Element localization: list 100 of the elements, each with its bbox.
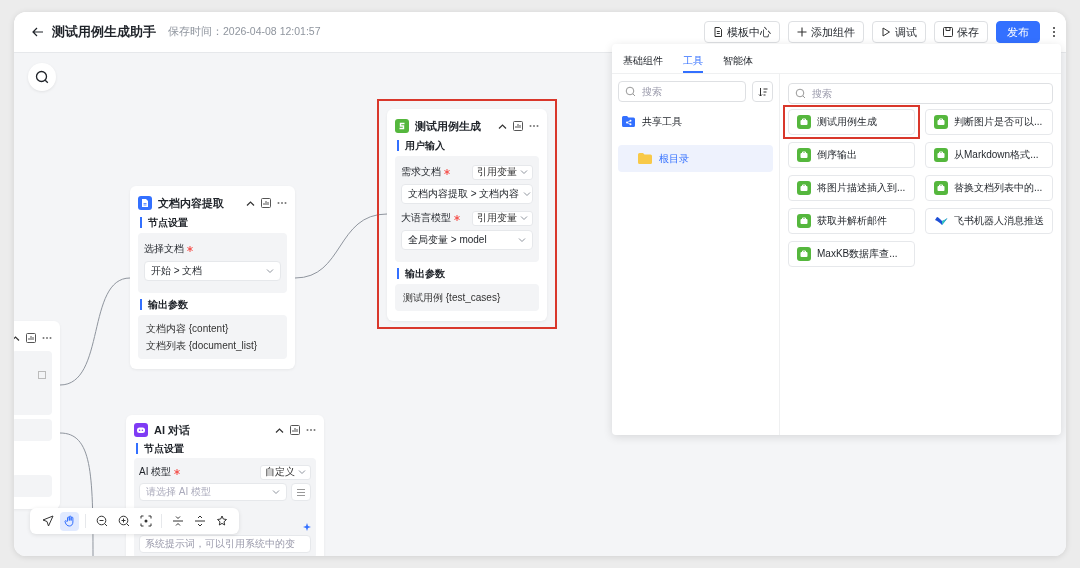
tool-name: 替换文档列表中的... xyxy=(954,181,1043,195)
tool-card[interactable]: 获取并解析邮件 xyxy=(788,208,915,234)
publish-button[interactable]: 发布 xyxy=(996,21,1040,43)
section-heading: 输出参数 xyxy=(140,299,287,310)
toolbox-icon xyxy=(797,148,811,162)
search-button[interactable] xyxy=(28,63,56,91)
swoosh-logo-icon xyxy=(934,214,948,228)
tool-card[interactable]: 飞书机器人消息推送 xyxy=(925,208,1053,234)
magic-icon xyxy=(215,515,228,527)
field-label: 大语言模型 xyxy=(401,211,451,225)
more-icon[interactable] xyxy=(306,428,316,432)
search-icon xyxy=(625,86,636,97)
app-title: 测试用例生成助手 xyxy=(52,23,156,41)
tool-card[interactable]: MaxKB数据库查... xyxy=(788,241,915,267)
chart-icon[interactable] xyxy=(26,333,36,343)
section-heading: 输出参数 xyxy=(397,268,539,279)
sort-button[interactable] xyxy=(752,81,773,102)
more-icon[interactable] xyxy=(277,201,287,205)
caret-up-icon[interactable] xyxy=(246,198,255,208)
select-field[interactable]: 全局变量 > model xyxy=(401,230,533,250)
output-parameter: 文档列表 {document_list} xyxy=(146,339,259,353)
caret-up-icon[interactable] xyxy=(14,333,20,343)
panel-tab[interactable]: 基础组件 xyxy=(623,44,663,73)
folder-item[interactable]: 共享工具 xyxy=(618,108,773,135)
tool-name: 获取并解析邮件 xyxy=(817,214,887,228)
tool-name: MaxKB数据库查... xyxy=(817,247,898,261)
save-button[interactable]: 保存 xyxy=(934,21,988,43)
prompt-field[interactable]: 系统提示词，可以引用系统中的变 xyxy=(139,534,311,553)
tool-card[interactable]: 替换文档列表中的... xyxy=(925,175,1053,201)
toolbox-icon xyxy=(934,148,948,162)
tool-icon xyxy=(395,119,409,133)
search-field[interactable]: 搜索 xyxy=(788,83,1053,104)
toolbox-icon xyxy=(934,181,948,195)
document-icon xyxy=(713,27,723,37)
zoom-in-icon xyxy=(117,515,130,527)
expand-icon xyxy=(193,515,206,527)
chevron-down-icon xyxy=(272,488,280,496)
node-card[interactable]: 文档内容提取 节点设置 选择文档 开始 > 文档 输出参数 文档内容 {content} 文档列表 {document_list} xyxy=(130,186,295,369)
section-heading: 节点设置 xyxy=(140,217,287,228)
back-arrow-icon[interactable] xyxy=(32,27,44,37)
field-label: AI 模型 xyxy=(139,465,172,479)
chart-icon[interactable] xyxy=(261,198,271,208)
small-square-icon xyxy=(38,371,46,379)
toolbox-icon xyxy=(797,214,811,228)
plus-icon xyxy=(797,27,807,37)
collapse-icon xyxy=(171,515,184,527)
settings-button[interactable] xyxy=(291,483,311,501)
field-background xyxy=(14,475,52,497)
tool-card[interactable]: 测试用例生成 xyxy=(788,109,915,135)
folder-label: 根目录 xyxy=(659,151,689,166)
node-card[interactable]: 测试用例生成 用户输入 需求文档 引用变量 文档内容提取 > 文档内容 大语言模型 引用变量 全局变量 > model 输出参数 测试用例 {test_cases} xyxy=(387,109,547,321)
tool-card[interactable]: 判断图片是否可以... xyxy=(925,109,1053,135)
section-heading: 节点设置 xyxy=(136,443,316,454)
mode-dropdown[interactable]: 引用变量 xyxy=(472,210,533,226)
kebab-menu-icon[interactable] xyxy=(1052,26,1056,38)
folder-label: 共享工具 xyxy=(642,114,682,129)
field-label: 需求文档 xyxy=(401,165,441,179)
play-icon xyxy=(881,27,891,37)
add-button[interactable]: 添加组件 xyxy=(788,21,864,43)
template-button[interactable]: 模板中心 xyxy=(704,21,780,43)
node-card[interactable] xyxy=(14,321,60,509)
mode-dropdown[interactable]: 引用变量 xyxy=(472,164,533,180)
tool-card[interactable]: 倒序输出 xyxy=(788,142,915,168)
toolbox-icon xyxy=(797,115,811,129)
node-card[interactable]: AI 对话 节点设置 AI 模型 自定义 请选择 AI 模型 系统提示词，可以引用系统中的变 xyxy=(126,415,324,556)
toolbox-icon xyxy=(797,247,811,261)
caret-up-icon[interactable] xyxy=(275,425,284,435)
field-background xyxy=(14,419,52,441)
node-title: 测试用例生成 xyxy=(415,118,481,134)
tool-card[interactable]: 将图片描述插入到... xyxy=(788,175,915,201)
sparkle-icon[interactable] xyxy=(303,523,311,531)
panel-tab[interactable]: 智能体 xyxy=(723,44,753,73)
chevron-down-icon xyxy=(266,267,274,275)
fit-view-icon xyxy=(139,515,152,527)
chevron-down-icon xyxy=(523,190,532,198)
select-field[interactable]: 开始 > 文档 xyxy=(144,261,281,281)
chart-icon[interactable] xyxy=(290,425,300,435)
tool-card[interactable]: 从Markdown格式... xyxy=(925,142,1053,168)
saved-time: 保存时间：2026-04-08 12:01:57 xyxy=(168,25,321,39)
chevron-down-icon xyxy=(298,468,306,476)
chart-icon[interactable] xyxy=(513,121,523,131)
folder-item[interactable]: 根目录 xyxy=(618,145,773,172)
navigation-arrow-icon xyxy=(41,515,54,527)
output-parameter: 文档内容 {content} xyxy=(146,322,230,336)
section-heading: 用户输入 xyxy=(397,140,539,151)
sort-icon xyxy=(757,86,768,97)
tool-name: 倒序输出 xyxy=(817,148,857,162)
panel-tab[interactable]: 工具 xyxy=(683,44,703,73)
debug-button[interactable]: 调试 xyxy=(872,21,926,43)
document-icon xyxy=(138,196,152,210)
hand-tool-button[interactable] xyxy=(60,511,79,531)
node-title: 文档内容提取 xyxy=(158,195,224,211)
mode-dropdown[interactable]: 自定义 xyxy=(260,464,311,480)
select-field[interactable]: 文档内容提取 > 文档内容 xyxy=(401,184,533,204)
folder-icon xyxy=(638,153,652,164)
hand-icon xyxy=(63,515,76,527)
search-field[interactable]: 搜索 xyxy=(618,81,746,102)
more-icon[interactable] xyxy=(42,336,52,340)
caret-up-icon[interactable] xyxy=(498,121,507,131)
more-icon[interactable] xyxy=(529,124,539,128)
